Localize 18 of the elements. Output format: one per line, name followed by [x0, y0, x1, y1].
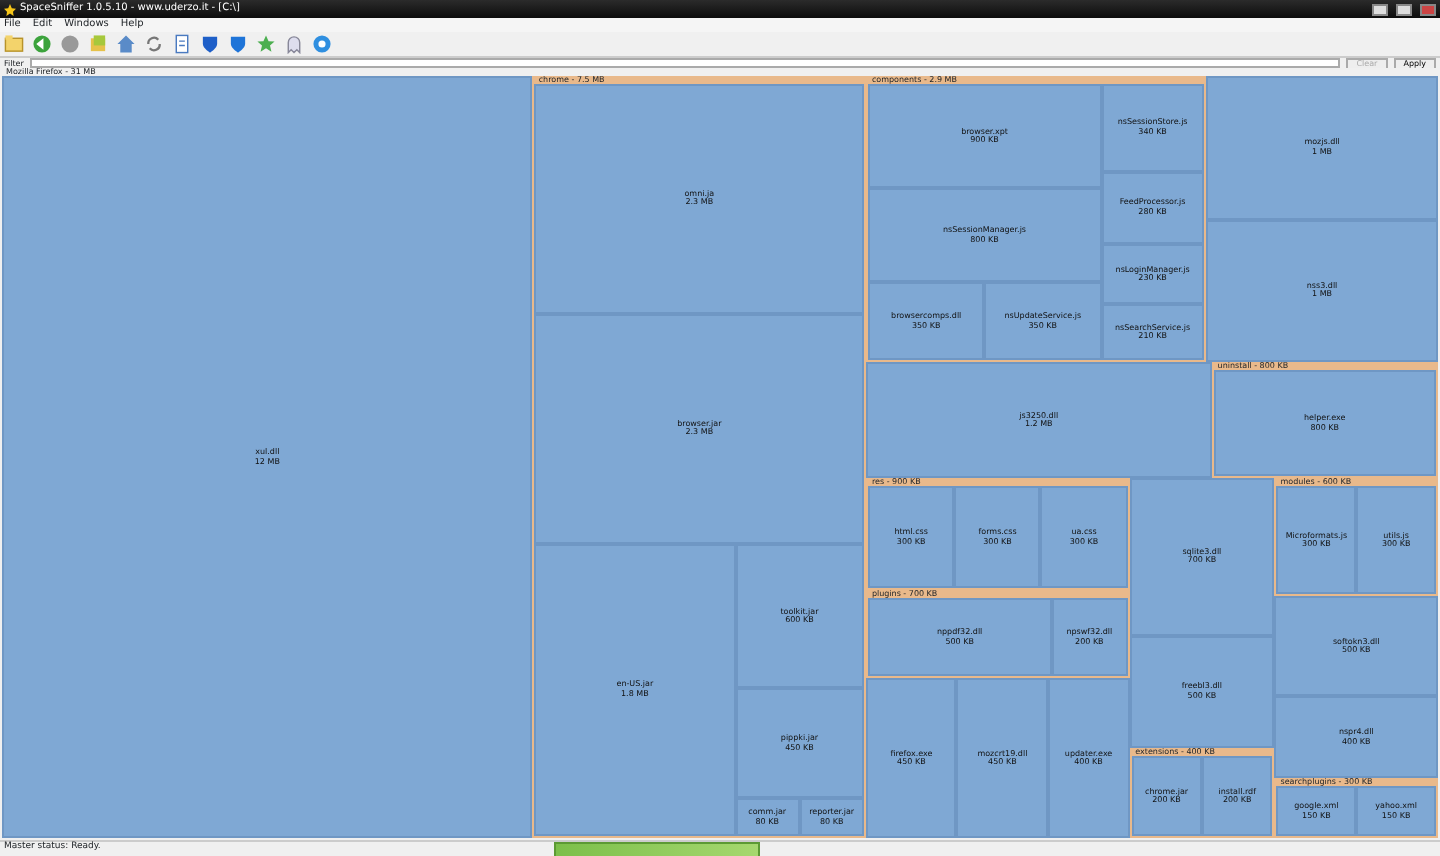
- folder-tile[interactable]: [0, 68, 1440, 840]
- stop-icon[interactable]: [60, 34, 80, 54]
- back-icon[interactable]: [32, 34, 52, 54]
- notification-popup[interactable]: [554, 842, 760, 856]
- minimize-button[interactable]: [1372, 3, 1388, 15]
- info-icon[interactable]: [312, 34, 332, 54]
- refresh-icon[interactable]: [144, 34, 164, 54]
- ghost-icon[interactable]: [284, 34, 304, 54]
- folder-tile[interactable]: [865, 76, 1207, 363]
- star-icon[interactable]: [256, 34, 276, 54]
- filter-field[interactable]: [29, 58, 1341, 68]
- app-star-icon: [4, 3, 16, 15]
- folder-icon[interactable]: [4, 34, 24, 54]
- maximize-button[interactable]: [1396, 3, 1412, 15]
- close-button[interactable]: [1420, 3, 1436, 15]
- home-icon[interactable]: [116, 34, 136, 54]
- folders-icon[interactable]: [88, 34, 108, 54]
- document-icon[interactable]: [172, 34, 192, 54]
